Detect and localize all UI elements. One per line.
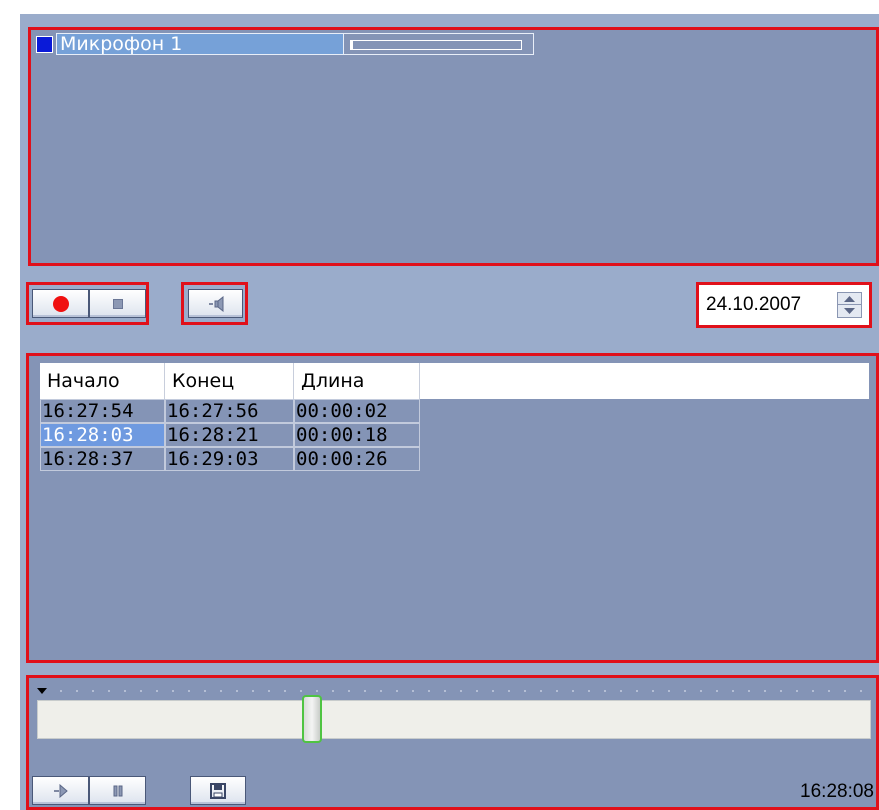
stop-button[interactable] [89, 289, 146, 318]
position-marker-icon [37, 688, 47, 694]
microphone-row[interactable]: Микрофон 1 [36, 33, 534, 55]
play-button[interactable] [32, 776, 89, 805]
save-icon [210, 782, 226, 799]
arrow-up-icon [844, 295, 855, 302]
record-icon [52, 295, 69, 312]
cell-length[interactable]: 00:00:26 [294, 447, 420, 471]
column-header-start[interactable]: Начало [40, 363, 165, 399]
sound-controls [181, 282, 248, 325]
microphone-level-fill [351, 41, 353, 49]
microphone-color-square [36, 35, 53, 53]
microphone-level-cell [344, 33, 534, 55]
date-down-button[interactable] [838, 305, 861, 317]
cell-start[interactable]: 16:27:54 [40, 399, 165, 423]
audio-player-window: Микрофон 1 24.10.2007 Начало Конец Длина… [20, 14, 879, 810]
cell-end[interactable]: 16:27:56 [165, 399, 294, 423]
play-icon [53, 783, 68, 798]
table-row[interactable]: 16:28:03 16:28:21 00:00:18 [40, 423, 420, 447]
cell-start[interactable]: 16:28:37 [40, 447, 165, 471]
cell-length[interactable]: 00:00:18 [294, 423, 420, 447]
stop-icon [112, 298, 123, 309]
save-button[interactable] [190, 776, 246, 805]
speaker-icon [208, 295, 223, 312]
date-spinner[interactable] [837, 292, 862, 318]
table-row[interactable]: 16:28:37 16:29:03 00:00:26 [40, 447, 420, 471]
current-time: 16:28:08 [800, 781, 874, 802]
table-rows: 16:27:54 16:27:56 00:00:02 16:28:03 16:2… [40, 399, 420, 471]
microphone-level-bar [350, 40, 522, 50]
recordings-table: Начало Конец Длина 16:27:54 16:27:56 00:… [26, 353, 879, 663]
timeline-ticks [53, 690, 863, 692]
table-row[interactable]: 16:27:54 16:27:56 00:00:02 [40, 399, 420, 423]
arrow-down-icon [844, 308, 855, 314]
pause-button[interactable] [89, 776, 146, 805]
record-button[interactable] [32, 289, 89, 318]
timeline-slider-thumb[interactable] [302, 695, 322, 743]
cell-start[interactable]: 16:28:03 [40, 423, 165, 447]
date-value[interactable]: 24.10.2007 [706, 294, 801, 316]
cell-end[interactable]: 16:29:03 [165, 447, 294, 471]
cell-length[interactable]: 00:00:02 [294, 399, 420, 423]
pause-icon [113, 785, 122, 796]
date-up-button[interactable] [838, 293, 861, 305]
date-picker[interactable]: 24.10.2007 [696, 282, 872, 328]
microphone-panel: Микрофон 1 [28, 27, 879, 266]
record-controls [26, 282, 149, 325]
sound-button[interactable] [188, 289, 243, 318]
table-header: Начало Конец Длина [40, 363, 869, 399]
cell-end[interactable]: 16:28:21 [165, 423, 294, 447]
timeline-slider[interactable] [37, 695, 871, 743]
microphone-name[interactable]: Микрофон 1 [56, 33, 344, 55]
playback-panel: 16:28:08 [26, 675, 879, 810]
column-header-end[interactable]: Конец [165, 363, 294, 399]
column-header-length[interactable]: Длина [294, 363, 420, 399]
